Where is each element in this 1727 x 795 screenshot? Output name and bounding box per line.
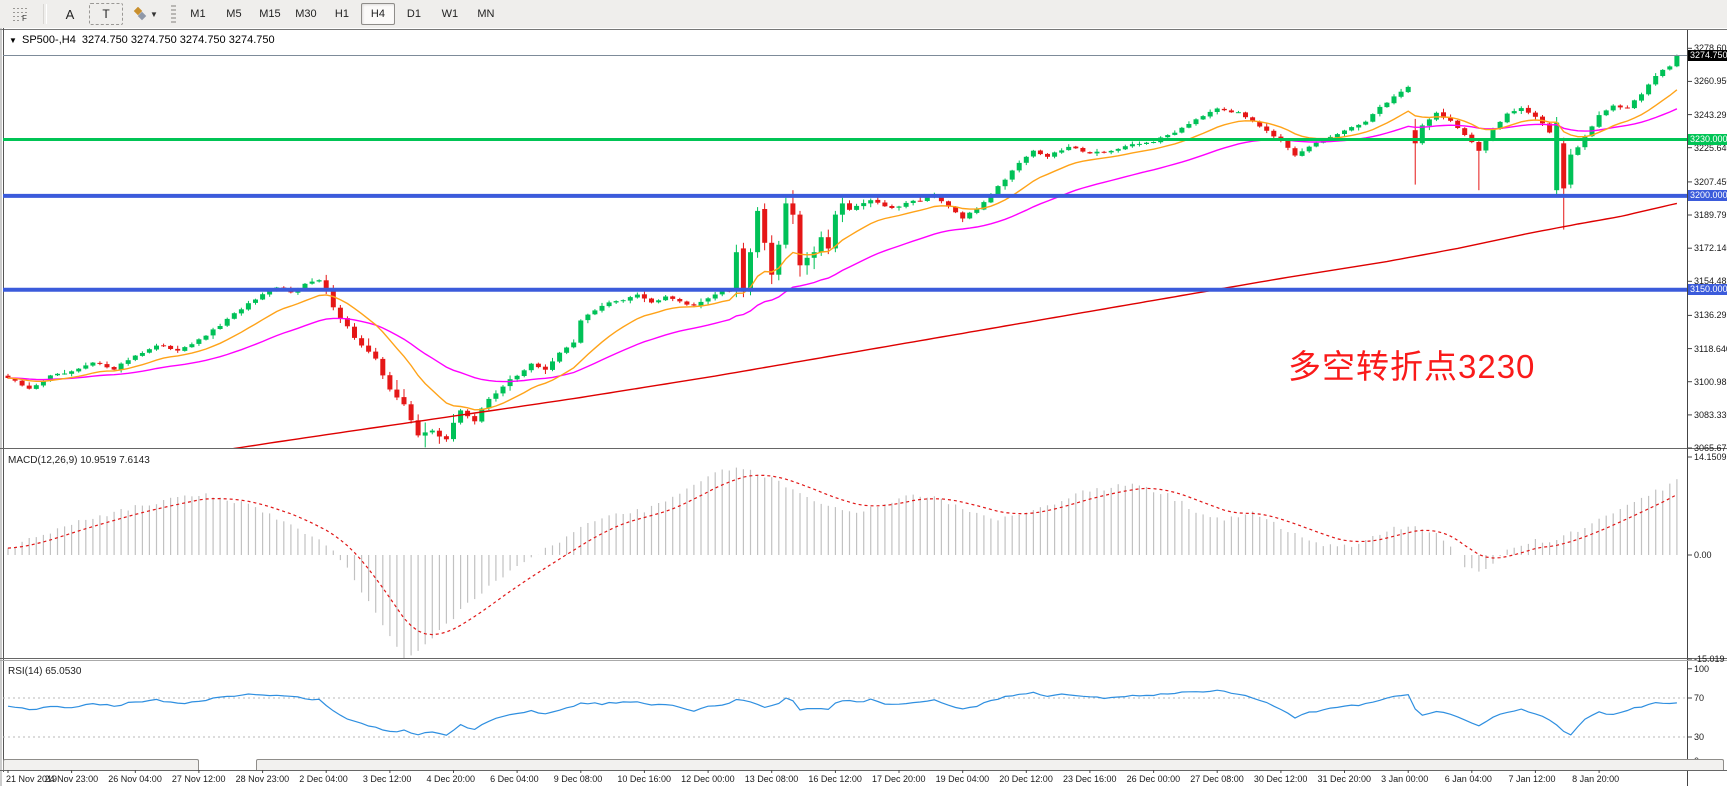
date-axis-label: 31 Dec 20:00 — [1318, 774, 1372, 784]
chart-title: SP500-,H4 3274.750 3274.750 3274.750 327… — [22, 34, 275, 46]
date-axis-label: 27 Dec 08:00 — [1190, 774, 1244, 784]
fgrid-tool-button[interactable]: F — [3, 3, 37, 25]
date-axis-label: 8 Jan 20:00 — [1572, 774, 1619, 784]
timeframe-button-w1[interactable]: W1 — [433, 3, 467, 25]
chart-annotation-text: 多空转折点3230 — [1288, 340, 1535, 388]
toolbar-drag-handle[interactable] — [171, 5, 176, 23]
date-axis-label: 28 Nov 23:00 — [236, 774, 290, 784]
chevron-down-icon: ▼ — [150, 10, 158, 19]
date-axis-label: 19 Dec 04:00 — [936, 774, 990, 784]
rsi-axis-label: 100 — [1694, 664, 1727, 674]
date-axis-label: 10 Dec 16:00 — [617, 774, 671, 784]
date-axis-label: 7 Jan 12:00 — [1508, 774, 1555, 784]
timeframe-button-m1[interactable]: M1 — [181, 3, 215, 25]
rsi-label: RSI(14) 65.0530 — [8, 666, 81, 677]
timeframe-group: M1M5M15M30H1H4D1W1MN — [180, 3, 504, 25]
price-axis-label: 3136.295 — [1694, 310, 1727, 320]
timeframe-button-h4[interactable]: H4 — [361, 3, 395, 25]
date-axis-label: 23 Dec 16:00 — [1063, 774, 1117, 784]
price-axis-label: 3260.950 — [1694, 76, 1727, 86]
price-marker-3150.000: 3150.000 — [1688, 284, 1727, 295]
date-axis-label: 6 Jan 04:00 — [1445, 774, 1492, 784]
date-axis-label: 24 Nov 23:00 — [45, 774, 99, 784]
price-axis-label: 3100.985 — [1694, 377, 1727, 387]
date-axis-label: 20 Dec 12:00 — [999, 774, 1053, 784]
text-tool-button[interactable]: T — [89, 3, 123, 25]
price-axis-label: 3207.450 — [1694, 177, 1727, 187]
price-marker-3230.000: 3230.000 — [1688, 134, 1727, 145]
price-axis-label: 3083.330 — [1694, 410, 1727, 420]
date-axis-label: 30 Dec 12:00 — [1254, 774, 1308, 784]
date-axis-label: 3 Jan 00:00 — [1381, 774, 1428, 784]
timeframe-button-m15[interactable]: M15 — [253, 3, 287, 25]
toolbar: F A T ▼ M1M5M15M30H1H4D1W1MN — [0, 0, 1727, 29]
price-marker-3200.000: 3200.000 — [1688, 190, 1727, 201]
date-axis-label: 12 Dec 00:00 — [681, 774, 735, 784]
date-axis-label: 6 Dec 04:00 — [490, 774, 539, 784]
toolbar-separator — [43, 4, 47, 24]
price-marker-3274.750: 3274.750 — [1688, 50, 1727, 61]
objects-tool-button[interactable]: ▼ — [125, 3, 164, 25]
fgrid-letter: F — [22, 14, 27, 22]
date-axis-label: 2 Dec 04:00 — [299, 774, 348, 784]
bottom-panel-tab[interactable] — [3, 759, 199, 770]
chart-canvas[interactable] — [0, 28, 1727, 786]
date-axis-label: 26 Dec 00:00 — [1127, 774, 1181, 784]
date-axis-label: 17 Dec 20:00 — [872, 774, 926, 784]
date-axis-label: 13 Dec 08:00 — [745, 774, 799, 784]
price-axis-label: 3172.140 — [1694, 243, 1727, 253]
timeframe-button-mn[interactable]: MN — [469, 3, 503, 25]
bottom-panel-tab[interactable] — [256, 759, 1724, 770]
macd-label: MACD(12,26,9) 10.9519 7.6143 — [8, 455, 150, 466]
date-axis-label: 26 Nov 04:00 — [108, 774, 162, 784]
price-axis-label: 3118.640 — [1694, 344, 1727, 354]
shapes-icon — [131, 7, 147, 21]
price-axis-label: 3243.295 — [1694, 110, 1727, 120]
timeframe-button-m30[interactable]: M30 — [289, 3, 323, 25]
chart-window[interactable]: ▼ SP500-,H4 3274.750 3274.750 3274.750 3… — [0, 28, 1727, 786]
date-axis-label: 4 Dec 20:00 — [427, 774, 476, 784]
mt4-window: F A T ▼ M1M5M15M30H1H4D1W1MN ▼ SP500-,H4… — [0, 0, 1727, 795]
grid-f-icon: F — [12, 6, 29, 22]
macd-axis-label: 14.1509 — [1694, 452, 1727, 462]
price-axis-label: 3189.795 — [1694, 210, 1727, 220]
date-axis-label: 16 Dec 12:00 — [808, 774, 862, 784]
timeframe-button-d1[interactable]: D1 — [397, 3, 431, 25]
timeframe-button-h1[interactable]: H1 — [325, 3, 359, 25]
date-axis-label: 27 Nov 12:00 — [172, 774, 226, 784]
rsi-axis-label: 30 — [1694, 732, 1727, 742]
timeframe-button-m5[interactable]: M5 — [217, 3, 251, 25]
date-axis-label: 3 Dec 12:00 — [363, 774, 412, 784]
annotate-a-button[interactable]: A — [53, 3, 87, 25]
chart-dropdown-caret-icon[interactable]: ▼ — [9, 36, 17, 45]
macd-axis-label: 0.00 — [1694, 550, 1727, 560]
macd-axis-label: -15.019 — [1694, 654, 1727, 664]
date-axis-label: 9 Dec 08:00 — [554, 774, 603, 784]
rsi-axis-label: 70 — [1694, 693, 1727, 703]
